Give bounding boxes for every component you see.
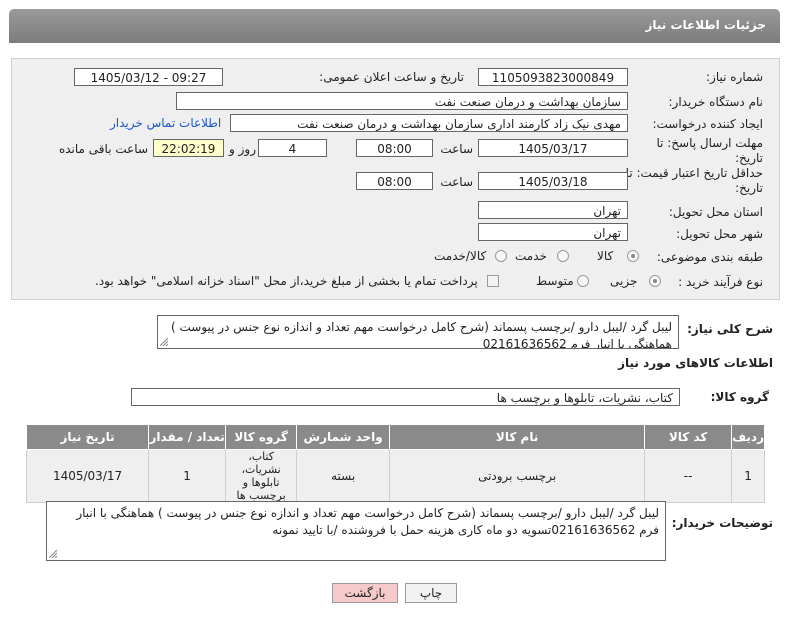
category-service-label: خدمت [515,249,547,263]
back-button[interactable]: بازگشت [332,583,398,603]
col-header-unit: واحد شمارش [296,424,391,450]
cell-group: کتاب، نشریات، تابلوها و برچسب ها [225,449,298,503]
days-label: روز و [229,142,256,156]
cell-date: 1405/03/17 [25,449,150,503]
print-button[interactable]: چاپ [405,583,457,603]
reply-time-field: 08:00 [356,139,433,157]
purchase-medium-label: متوسط [536,274,574,288]
province-field: تهران [478,201,628,219]
buyer-contact-link[interactable]: اطلاعات تماس خریدار [110,116,221,130]
cell-name: برچسب برودتی [389,449,646,503]
category-goods-radio[interactable] [627,250,639,262]
city-field: تهران [478,223,628,241]
category-goods-service-radio[interactable] [495,250,507,262]
need-summary-text: لیبل گرد /لیبل دارو /برچسب پسماند (شرح ک… [171,320,672,349]
col-header-code: کد کالا [644,424,733,450]
creator-label: ایجاد کننده درخواست: [652,117,763,131]
reply-time-label: ساعت [440,142,473,156]
treasury-payment-note: پرداخت تمام یا بخشی از مبلغ خرید،از محل … [95,274,478,288]
announce-datetime-label: تاریخ و ساعت اعلان عمومی: [319,70,464,84]
category-goods-label: کالا [597,249,614,263]
buyer-notes-text: لیبل گرد /لیبل دارو /برچسب پسماند (شرح ک… [76,506,659,537]
validity-time-label: ساعت [440,175,473,189]
category-service-radio[interactable] [557,250,569,262]
purchase-minor-radio[interactable] [649,275,661,287]
remaining-days-field: 4 [258,139,327,157]
need-number-field: 1105093823000849 [478,68,628,86]
remaining-time-label: ساعت باقی مانده [58,142,148,156]
validity-time-field: 08:00 [356,172,433,190]
cell-qty: 1 [148,449,227,503]
table-row: 1 -- برچسب برودتی بسته کتاب، نشریات، تاب… [25,449,765,503]
cell-code: -- [644,449,733,503]
table-header-row: ردیف کد کالا نام کالا واحد شمارش گروه کا… [25,424,765,450]
purchase-minor-label: جزیی [610,274,638,288]
goods-group-label: گروه کالا: [710,390,769,404]
col-header-name: نام کالا [389,424,646,450]
treasury-payment-checkbox[interactable] [487,275,499,287]
buyer-notes-textarea[interactable]: لیبل گرد /لیبل دارو /برچسب پسماند (شرح ک… [46,501,666,561]
purchase-type-label: نوع فرآیند خرید : [678,275,763,289]
buyer-notes-label: توضیحات خریدار: [671,516,773,530]
page-title: جزئیات اطلاعات نیاز [645,18,766,32]
need-summary-label: شرح کلی نیاز: [687,322,773,336]
reply-date-field: 1405/03/17 [478,139,628,157]
cell-index: 1 [731,449,765,503]
buyer-org-label: نام دستگاه خریدار: [668,95,764,109]
goods-table: ردیف کد کالا نام کالا واحد شمارش گروه کا… [25,424,765,503]
city-label: شهر محل تحویل: [676,227,763,241]
goods-group-field: کتاب، نشریات، تابلوها و برچسب ها [131,388,680,406]
category-goods-service-label: کالا/خدمت [434,249,487,263]
page-header: جزئیات اطلاعات نیاز [9,9,780,43]
need-summary-textarea[interactable]: لیبل گرد /لیبل دارو /برچسب پسماند (شرح ک… [157,315,679,349]
reply-deadline-label: مهلت ارسال پاسخ: تا تاریخ: [656,136,763,165]
col-header-qty: تعداد / مقدار [148,424,227,450]
remaining-time-field: 22:02:19 [153,139,224,157]
col-header-group: گروه کالا [225,424,298,450]
announce-datetime-field: 1405/03/12 - 09:27 [74,68,223,86]
category-label: طبقه بندی موضوعی: [656,250,763,264]
resize-grip-icon[interactable] [49,550,57,558]
buyer-org-field: سازمان بهداشت و درمان صنعت نفت [176,92,628,110]
price-validity-label: حداقل تاریخ اعتبار قیمت: تا تاریخ: [625,166,763,195]
validity-date-field: 1405/03/18 [478,172,628,190]
purchase-medium-radio[interactable] [577,275,589,287]
col-header-date: تاریخ نیاز [25,424,150,450]
province-label: استان محل تحویل: [668,205,763,219]
need-number-label: شماره نیاز: [706,70,763,84]
resize-grip-icon[interactable] [160,338,168,346]
creator-field: مهدی نیک زاد کارمند اداری سازمان بهداشت … [230,114,628,132]
goods-info-title: اطلاعات کالاهای مورد نیاز [618,356,773,370]
col-header-index: ردیف [731,424,765,450]
cell-unit: بسته [296,449,391,503]
